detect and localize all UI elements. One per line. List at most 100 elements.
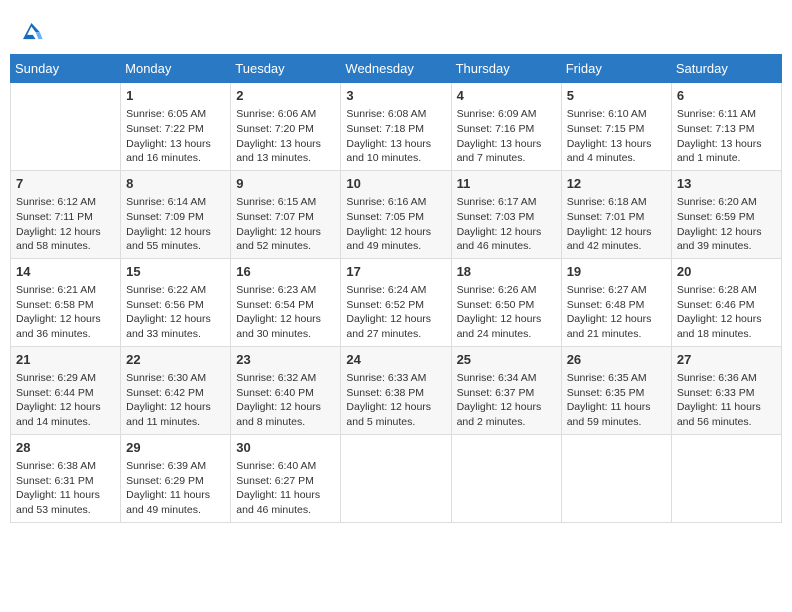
daylight-text: Daylight: 13 hours and 16 minutes.: [126, 137, 225, 166]
sunset-text: Sunset: 7:20 PM: [236, 122, 335, 137]
calendar-cell: 3Sunrise: 6:08 AMSunset: 7:18 PMDaylight…: [341, 83, 451, 171]
sunrise-text: Sunrise: 6:15 AM: [236, 195, 335, 210]
sunset-text: Sunset: 6:27 PM: [236, 474, 335, 489]
calendar-cell: 18 Sunrise: 6:26 AMSunset: 6:50 PMDayligh…: [451, 258, 561, 346]
calendar-cell: [341, 434, 451, 522]
daylight-text: Daylight: 11 hours and 56 minutes.: [677, 400, 776, 429]
cell-info: Sunrise: 6:10 AMSunset: 7:15 PMDaylight:…: [567, 107, 666, 166]
calendar-week-1: 1Sunrise: 6:05 AMSunset: 7:22 PMDaylight…: [11, 83, 782, 171]
calendar-cell: 13Sunrise: 6:20 AMSunset: 6:59 PMDayligh…: [671, 170, 781, 258]
sunrise-text: Sunrise: 6:33 AM: [346, 371, 445, 386]
day-number: 25: [457, 351, 556, 369]
day-number: 28: [16, 439, 115, 457]
sunrise-text: Sunrise: 6:17 AM: [457, 195, 556, 210]
sunrise-text: Sunrise: 6:29 AM: [16, 371, 115, 386]
sunrise-text: Sunrise: 6:23 AM: [236, 283, 335, 298]
daylight-text: Daylight: 12 hours and 8 minutes.: [236, 400, 335, 429]
calendar-cell: 11Sunrise: 6:17 AMSunset: 7:03 PMDayligh…: [451, 170, 561, 258]
calendar-cell: 5Sunrise: 6:10 AMSunset: 7:15 PMDaylight…: [561, 83, 671, 171]
sunset-text: Sunset: 6:58 PM: [16, 298, 115, 313]
sunset-text: Sunset: 7:16 PM: [457, 122, 556, 137]
daylight-text: Daylight: 12 hours and 49 minutes.: [346, 225, 445, 254]
calendar-week-3: 14 Sunrise: 6:21 AMSunset: 6:58 PMDayligh…: [11, 258, 782, 346]
day-number: 30: [236, 439, 335, 457]
day-number: 14: [16, 263, 115, 281]
calendar-cell: 10Sunrise: 6:16 AMSunset: 7:05 PMDayligh…: [341, 170, 451, 258]
day-number: 18: [457, 263, 556, 281]
sunset-text: Sunset: 7:01 PM: [567, 210, 666, 225]
sunrise-text: Sunrise: 6:05 AM: [126, 107, 225, 122]
day-number: 7: [16, 175, 115, 193]
sunset-text: Sunset: 6:29 PM: [126, 474, 225, 489]
sunset-text: Sunset: 6:56 PM: [126, 298, 225, 313]
cell-info: Sunrise: 6:35 AMSunset: 6:35 PMDaylight:…: [567, 371, 666, 430]
cell-info: Sunrise: 6:09 AMSunset: 7:16 PMDaylight:…: [457, 107, 556, 166]
daylight-text: Daylight: 11 hours and 46 minutes.: [236, 488, 335, 517]
calendar-week-5: 28 Sunrise: 6:38 AMSunset: 6:31 PM Dayligh…: [11, 434, 782, 522]
cell-info: Sunrise: 6:11 AMSunset: 7:13 PMDaylight:…: [677, 107, 776, 166]
logo: [14, 16, 44, 40]
page-header: [10, 10, 782, 46]
sunset-text: Sunset: 6:40 PM: [236, 386, 335, 401]
cell-info: Sunrise: 6:06 AMSunset: 7:20 PMDaylight:…: [236, 107, 335, 166]
weekday-header-sunday: Sunday: [11, 55, 121, 83]
sunset-text: Sunset: 6:42 PM: [126, 386, 225, 401]
cell-info: Sunrise: 6:29 AMSunset: 6:44 PMDaylight:…: [16, 371, 115, 430]
sunset-text: Sunset: 7:13 PM: [677, 122, 776, 137]
daylight-text: Daylight: 12 hours and 39 minutes.: [677, 225, 776, 254]
day-number: 27: [677, 351, 776, 369]
sunrise-text: Sunrise: 6:39 AM: [126, 459, 225, 474]
sunset-text: Sunset: 6:54 PM: [236, 298, 335, 313]
cell-info: Sunrise: 6:28 AMSunset: 6:46 PMDaylight:…: [677, 283, 776, 342]
daylight-text: Daylight: 11 hours and 59 minutes.: [567, 400, 666, 429]
sunset-text: Sunset: 6:46 PM: [677, 298, 776, 313]
cell-info: Sunrise: 6:20 AMSunset: 6:59 PMDaylight:…: [677, 195, 776, 254]
cell-info: Sunrise: 6:26 AMSunset: 6:50 PMDaylight:…: [457, 283, 556, 342]
daylight-text: Daylight: 12 hours and 21 minutes.: [567, 312, 666, 341]
daylight-text: Daylight: 12 hours and 14 minutes.: [16, 400, 115, 429]
sunset-text: Sunset: 6:59 PM: [677, 210, 776, 225]
sunset-text: Sunset: 6:48 PM: [567, 298, 666, 313]
sunset-text: Sunset: 7:11 PM: [16, 210, 115, 225]
weekday-header-friday: Friday: [561, 55, 671, 83]
sunrise-text: Sunrise: 6:32 AM: [236, 371, 335, 386]
cell-info: Sunrise: 6:12 AMSunset: 7:11 PMDaylight:…: [16, 195, 115, 254]
calendar-cell: 29Sunrise: 6:39 AMSunset: 6:29 PMDayligh…: [121, 434, 231, 522]
sunset-text: Sunset: 6:37 PM: [457, 386, 556, 401]
daylight-text: Daylight: 13 hours and 13 minutes.: [236, 137, 335, 166]
calendar-cell: [561, 434, 671, 522]
sunrise-text: Sunrise: 6:35 AM: [567, 371, 666, 386]
sunset-text: Sunset: 6:31 PM: [16, 474, 115, 489]
day-number: 12: [567, 175, 666, 193]
cell-info: Sunrise: 6:27 AMSunset: 6:48 PMDaylight:…: [567, 283, 666, 342]
daylight-text: Daylight: 13 hours and 4 minutes.: [567, 137, 666, 166]
cell-info: Sunrise: 6:14 AMSunset: 7:09 PMDaylight:…: [126, 195, 225, 254]
daylight-text: Daylight: 12 hours and 46 minutes.: [457, 225, 556, 254]
calendar-cell: 28Sunrise: 6:38 AMSunset: 6:31 PMDayligh…: [11, 434, 121, 522]
cell-info: Sunrise: 6:17 AMSunset: 7:03 PMDaylight:…: [457, 195, 556, 254]
day-number: 22: [126, 351, 225, 369]
logo-icon: [16, 16, 44, 44]
sunrise-text: Sunrise: 6:30 AM: [126, 371, 225, 386]
calendar-cell: 19Sunrise: 6:27 AMSunset: 6:48 PMDayligh…: [561, 258, 671, 346]
sunrise-text: Sunrise: 6:10 AM: [567, 107, 666, 122]
calendar-cell: [11, 83, 121, 171]
calendar-cell: 30Sunrise: 6:40 AMSunset: 6:27 PMDayligh…: [231, 434, 341, 522]
sunrise-text: Sunrise: 6:27 AM: [567, 283, 666, 298]
calendar-cell: 22Sunrise: 6:30 AMSunset: 6:42 PMDayligh…: [121, 346, 231, 434]
sunrise-text: Sunrise: 6:20 AM: [677, 195, 776, 210]
sunset-text: Sunset: 7:07 PM: [236, 210, 335, 225]
calendar-cell: 21Sunrise: 6:29 AMSunset: 6:44 PMDayligh…: [11, 346, 121, 434]
calendar-cell: 26Sunrise: 6:35 AMSunset: 6:35 PMDayligh…: [561, 346, 671, 434]
sunset-text: Sunset: 7:03 PM: [457, 210, 556, 225]
sunrise-text: Sunrise: 6:38 AM: [16, 459, 115, 474]
sunrise-text: Sunrise: 6:08 AM: [346, 107, 445, 122]
sunset-text: Sunset: 6:52 PM: [346, 298, 445, 313]
daylight-text: Daylight: 13 hours and 1 minute.: [677, 137, 776, 166]
day-number: 3: [346, 87, 445, 105]
cell-info: Sunrise: 6:21 AMSunset: 6:58 PMDaylight:…: [16, 283, 115, 342]
daylight-text: Daylight: 12 hours and 18 minutes.: [677, 312, 776, 341]
sunrise-text: Sunrise: 6:18 AM: [567, 195, 666, 210]
daylight-text: Daylight: 12 hours and 36 minutes.: [16, 312, 115, 341]
daylight-text: Daylight: 12 hours and 58 minutes.: [16, 225, 115, 254]
